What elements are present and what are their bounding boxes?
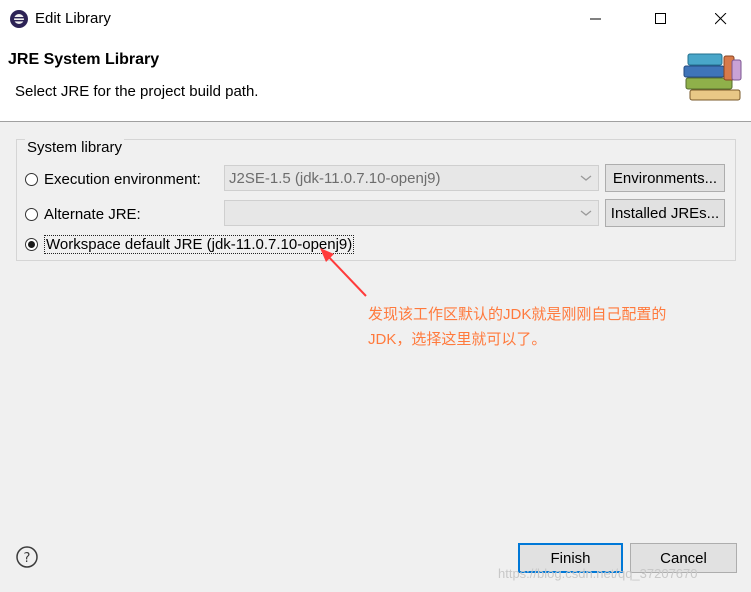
chevron-down-icon: [580, 210, 592, 216]
annotation-line-2: JDK，选择这里就可以了。: [368, 331, 547, 348]
maximize-icon: [655, 13, 666, 24]
help-icon[interactable]: ?: [16, 546, 38, 568]
execution-environment-radio[interactable]: [25, 173, 38, 186]
annotation-line-1: 发现该工作区默认的JDK就是刚刚自己配置的: [368, 306, 667, 323]
minimize-icon: [590, 18, 601, 20]
alternate-jre-option[interactable]: Alternate JRE:: [25, 206, 141, 223]
alternate-jre-label: Alternate JRE:: [44, 206, 141, 223]
annotation-text: 发现该工作区默认的JDK就是刚刚自己配置的 JDK，选择这里就可以了。: [368, 302, 728, 352]
close-button[interactable]: [698, 0, 744, 38]
window-title: Edit Library: [35, 10, 111, 27]
workspace-default-jre-radio[interactable]: [25, 238, 38, 251]
execution-environment-label: Execution environment:: [44, 171, 201, 188]
title-bar: Edit Library: [0, 0, 751, 38]
execution-environment-select[interactable]: J2SE-1.5 (jdk-11.0.7.10-openj9): [224, 165, 599, 191]
execution-environment-value: J2SE-1.5 (jdk-11.0.7.10-openj9): [229, 170, 441, 187]
watermark: https://blog.csdn.net/qq_37207670: [498, 566, 698, 581]
execution-environment-option[interactable]: Execution environment:: [25, 171, 201, 188]
alternate-jre-radio[interactable]: [25, 208, 38, 221]
annotation-arrow: [320, 248, 367, 297]
library-books-icon: [674, 46, 744, 104]
page-description: Select JRE for the project build path.: [15, 83, 259, 100]
alternate-jre-select[interactable]: [224, 200, 599, 226]
group-title: System library: [25, 139, 125, 156]
svg-text:?: ?: [24, 551, 31, 566]
page-title: JRE System Library: [8, 51, 160, 68]
dialog-header: JRE System Library Select JRE for the pr…: [0, 38, 751, 122]
workspace-default-jre-option[interactable]: Workspace default JRE (jdk-11.0.7.10-ope…: [25, 235, 355, 254]
maximize-button[interactable]: [638, 0, 684, 38]
installed-jres-button[interactable]: Installed JREs...: [605, 199, 725, 227]
chevron-down-icon: [580, 175, 592, 181]
minimize-button[interactable]: [573, 0, 619, 38]
workspace-default-jre-label: Workspace default JRE (jdk-11.0.7.10-ope…: [44, 235, 355, 254]
eclipse-icon: [9, 9, 29, 29]
environments-button[interactable]: Environments...: [605, 164, 725, 192]
close-icon: [715, 13, 727, 25]
